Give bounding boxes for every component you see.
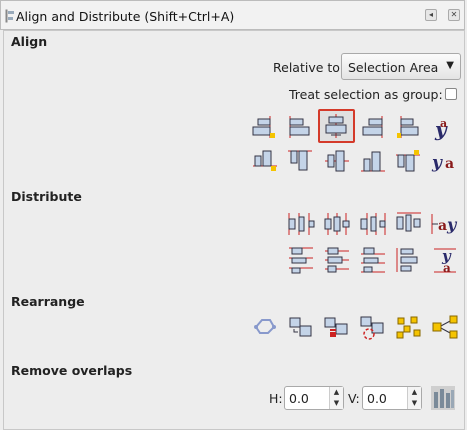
align-heading: Align xyxy=(11,34,48,49)
text-glyph: a xyxy=(445,156,454,172)
relative-to-label: Relative to: xyxy=(273,60,345,75)
treat-as-group-label: Treat selection as group: xyxy=(289,87,443,102)
align-text-anchors-icon[interactable]: ya xyxy=(430,112,460,142)
distribute-bottom-edges-icon[interactable] xyxy=(358,245,388,275)
distribute-left-edges-icon[interactable] xyxy=(286,209,316,239)
exchange-by-z-order-icon[interactable] xyxy=(322,312,352,342)
v-gap-value: 0.0 xyxy=(367,391,387,406)
baseline-glyph: y xyxy=(446,215,458,234)
center-vertical-axis-icon xyxy=(325,114,347,138)
text-glyph: a xyxy=(443,261,451,275)
v-gap-spinbox[interactable]: 0.0 ▲ ▼ xyxy=(362,386,422,410)
remove-overlaps-heading: Remove overlaps xyxy=(11,363,133,378)
align-right-edges-icon[interactable] xyxy=(358,112,388,142)
center-on-vertical-axis-button[interactable] xyxy=(318,109,355,143)
text-glyph: a xyxy=(440,117,447,130)
rearrange-heading: Rearrange xyxy=(11,294,85,309)
align-top-edges-icon[interactable] xyxy=(285,146,315,176)
graph-layout-icon[interactable] xyxy=(250,312,280,342)
align-bottom-to-top-icon[interactable] xyxy=(250,146,280,176)
distribute-heading: Distribute xyxy=(11,189,82,204)
distribute-right-edges-icon[interactable] xyxy=(358,209,388,239)
align-left-to-right-icon[interactable] xyxy=(393,112,423,142)
spin-arrows-icon[interactable]: ▲ ▼ xyxy=(329,387,343,409)
spin-arrows-icon[interactable]: ▲ ▼ xyxy=(407,387,421,409)
exchange-clockwise-icon[interactable] xyxy=(358,312,388,342)
exchange-positions-icon[interactable] xyxy=(286,312,316,342)
remove-overlaps-icon[interactable] xyxy=(430,384,456,412)
center-horizontal-axis-icon[interactable] xyxy=(322,146,352,176)
collapse-button[interactable]: ◂ xyxy=(425,9,437,21)
distribute-gaps-vertically-icon[interactable] xyxy=(394,245,424,275)
h-gap-value: 0.0 xyxy=(289,391,309,406)
distribute-text-anchors-horizontally-icon[interactable]: ay xyxy=(430,209,460,239)
text-glyph: a xyxy=(438,218,447,234)
h-gap-label: H: xyxy=(269,391,283,406)
distribute-baselines-vertically-icon[interactable]: ya xyxy=(430,245,460,275)
align-left-edges-icon[interactable] xyxy=(285,112,315,142)
align-bottom-edges-icon[interactable] xyxy=(358,146,388,176)
baseline-glyph: y xyxy=(431,153,443,173)
align-baselines-icon[interactable]: ya xyxy=(430,146,460,176)
treat-as-group-checkbox[interactable] xyxy=(445,88,457,100)
distribute-centers-horizontally-icon[interactable] xyxy=(322,209,352,239)
relative-to-value: Selection Area xyxy=(348,60,439,75)
dialog-title: Align and Distribute (Shift+Ctrl+A) xyxy=(16,9,235,24)
close-button[interactable]: ✕ xyxy=(448,9,460,21)
dialog-icon xyxy=(5,9,15,26)
distribute-gaps-horizontally-icon[interactable] xyxy=(394,209,424,239)
relative-to-dropdown[interactable]: Selection Area ▼ xyxy=(341,53,461,80)
v-gap-label: V: xyxy=(348,391,360,406)
h-gap-spinbox[interactable]: 0.0 ▲ ▼ xyxy=(284,386,344,410)
randomize-positions-icon[interactable] xyxy=(394,312,424,342)
align-right-to-left-icon[interactable] xyxy=(250,112,280,142)
chevron-down-icon: ▼ xyxy=(446,60,454,71)
unclump-objects-icon[interactable] xyxy=(430,312,460,342)
title-bar: Align and Distribute (Shift+Ctrl+A) ◂ ✕ xyxy=(0,0,465,30)
distribute-top-edges-icon[interactable] xyxy=(286,245,316,275)
distribute-centers-vertically-icon[interactable] xyxy=(322,245,352,275)
align-top-to-bottom-icon[interactable] xyxy=(393,146,423,176)
